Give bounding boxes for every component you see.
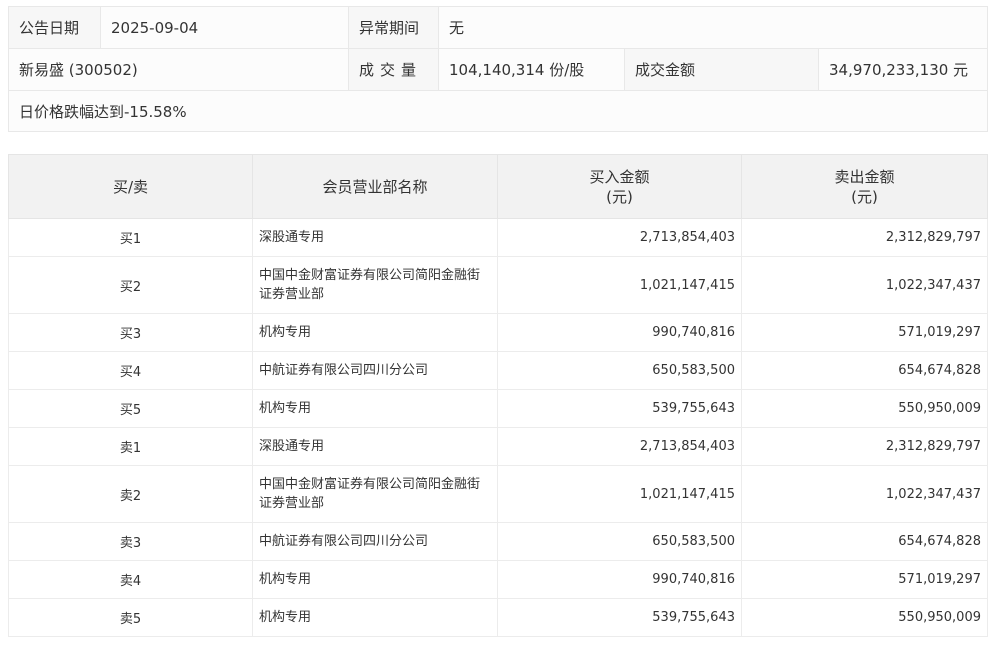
row-buy-amount: 2,713,854,403 [497,427,742,466]
stock-name: 新易盛 (300502) [8,48,349,91]
table-row: 卖1 深股通专用 2,713,854,403 2,312,829,797 [8,427,988,466]
row-broker: 深股通专用 [252,427,498,466]
header-sell-label: 卖出金额 [834,167,895,186]
row-buy-amount: 539,755,643 [497,389,742,428]
row-broker: 中国中金财富证券有限公司简阳金融街证券营业部 [252,465,498,523]
table-row: 卖2 中国中金财富证券有限公司简阳金融街证券营业部 1,021,147,415 … [8,465,988,523]
row-broker: 机构专用 [252,313,498,352]
row-broker: 中国中金财富证券有限公司简阳金融街证券营业部 [252,256,498,314]
row-buy-amount: 1,021,147,415 [497,256,742,314]
amount-value: 34,970,233,130 元 [817,48,989,91]
row-broker: 机构专用 [252,560,498,599]
row-side: 买1 [8,218,253,257]
info-row-reason: 日价格跌幅达到-15.58% [7,90,989,132]
amount-label: 成交金额 [624,48,819,91]
period-label: 异常期间 [348,6,439,49]
stock-info-table: 公告日期 2025-09-04 异常期间 无 新易盛 (300502) 成交量 … [7,6,989,132]
row-buy-amount: 2,713,854,403 [497,218,742,257]
row-sell-amount: 550,950,009 [741,598,988,637]
row-side: 买3 [8,313,253,352]
row-side: 卖1 [8,427,253,466]
date-label: 公告日期 [8,6,101,49]
period-value: 无 [437,6,989,49]
row-buy-amount: 650,583,500 [497,351,742,390]
table-row: 卖5 机构专用 539,755,643 550,950,009 [8,598,988,637]
header-buy-unit: (元) [606,187,633,206]
table-row: 买3 机构专用 990,740,816 571,019,297 [8,313,988,352]
row-buy-amount: 650,583,500 [497,522,742,561]
table-row: 买2 中国中金财富证券有限公司简阳金融街证券营业部 1,021,147,415 … [8,256,988,314]
row-side: 卖4 [8,560,253,599]
row-sell-amount: 550,950,009 [741,389,988,428]
row-broker: 机构专用 [252,389,498,428]
header-side: 买/卖 [8,154,253,219]
info-row-date: 公告日期 2025-09-04 异常期间 无 [8,6,989,49]
date-value: 2025-09-04 [100,6,349,49]
row-side: 买5 [8,389,253,428]
row-broker: 深股通专用 [252,218,498,257]
reason-text: 日价格跌幅达到-15.58% [7,90,989,132]
row-side: 卖3 [8,522,253,561]
row-sell-amount: 2,312,829,797 [741,427,988,466]
table-row: 买4 中航证券有限公司四川分公司 650,583,500 654,674,828 [8,351,988,390]
volume-value: 104,140,314 份/股 [438,48,625,91]
row-broker: 中航证券有限公司四川分公司 [252,522,498,561]
table-row: 卖4 机构专用 990,740,816 571,019,297 [8,560,988,599]
row-sell-amount: 571,019,297 [741,313,988,352]
row-sell-amount: 2,312,829,797 [741,218,988,257]
header-sell-unit: (元) [851,187,878,206]
row-buy-amount: 1,021,147,415 [497,465,742,523]
row-sell-amount: 654,674,828 [741,522,988,561]
header-buy-amount: 买入金额 (元) [497,154,742,219]
row-side: 卖2 [8,465,253,523]
row-buy-amount: 990,740,816 [497,560,742,599]
broker-trade-table: 买/卖 会员营业部名称 买入金额 (元) 卖出金额 (元) 买1 深股通专用 2… [8,154,988,637]
row-sell-amount: 1,022,347,437 [741,465,988,523]
header-broker: 会员营业部名称 [252,154,498,219]
row-side: 买2 [8,256,253,314]
trade-table-body: 买1 深股通专用 2,713,854,403 2,312,829,797 买2 … [8,218,988,637]
row-broker: 中航证券有限公司四川分公司 [252,351,498,390]
row-sell-amount: 654,674,828 [741,351,988,390]
table-row: 卖3 中航证券有限公司四川分公司 650,583,500 654,674,828 [8,522,988,561]
row-buy-amount: 539,755,643 [497,598,742,637]
row-sell-amount: 1,022,347,437 [741,256,988,314]
trade-header-row: 买/卖 会员营业部名称 买入金额 (元) 卖出金额 (元) [8,154,988,219]
header-buy-label: 买入金额 [589,167,650,186]
row-side: 卖5 [8,598,253,637]
table-row: 买1 深股通专用 2,713,854,403 2,312,829,797 [8,218,988,257]
header-sell-amount: 卖出金额 (元) [741,154,988,219]
table-row: 买5 机构专用 539,755,643 550,950,009 [8,389,988,428]
row-buy-amount: 990,740,816 [497,313,742,352]
info-row-volume: 新易盛 (300502) 成交量 104,140,314 份/股 成交金额 34… [8,48,989,91]
row-sell-amount: 571,019,297 [741,560,988,599]
volume-label: 成交量 [348,48,439,91]
row-broker: 机构专用 [252,598,498,637]
row-side: 买4 [8,351,253,390]
